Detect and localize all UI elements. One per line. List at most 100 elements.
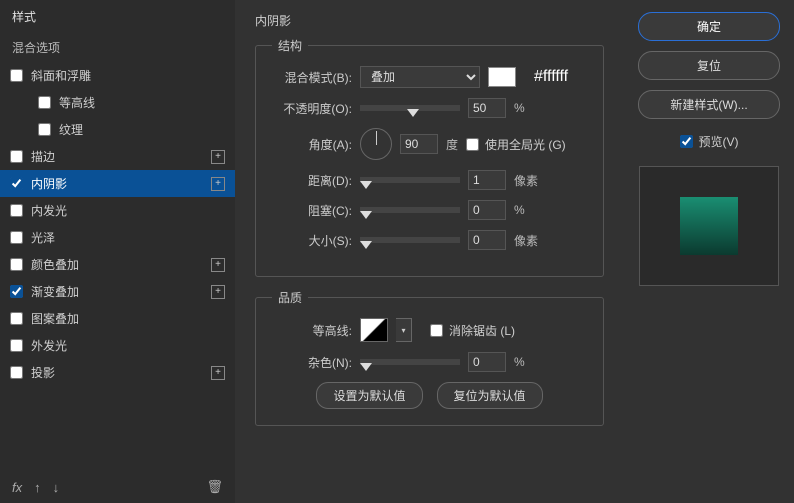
reset-default-button[interactable]: 复位为默认值 bbox=[437, 382, 543, 409]
style-checkbox[interactable] bbox=[10, 258, 23, 271]
distance-input[interactable] bbox=[468, 170, 506, 190]
quality-group: 品质 等高线: ▾ 消除锯齿 (L) 杂色(N): % 设置为默认值 复位为默认… bbox=[255, 289, 604, 426]
contour-label: 等高线: bbox=[272, 322, 352, 339]
angle-dial[interactable] bbox=[360, 128, 392, 160]
style-item-label: 渐变叠加 bbox=[31, 283, 211, 300]
plus-icon[interactable]: + bbox=[211, 258, 225, 272]
angle-input[interactable] bbox=[400, 134, 438, 154]
antialias-input[interactable] bbox=[430, 324, 443, 337]
opacity-slider[interactable] bbox=[360, 105, 460, 111]
antialias-label: 消除锯齿 (L) bbox=[449, 322, 515, 339]
style-item-label: 内阴影 bbox=[31, 175, 211, 192]
style-item-7[interactable]: 颜色叠加+ bbox=[0, 251, 235, 278]
plus-icon[interactable]: + bbox=[211, 366, 225, 380]
contour-dropdown-icon[interactable]: ▾ bbox=[396, 318, 412, 342]
quality-legend: 品质 bbox=[272, 289, 308, 306]
sidebar-title: 样式 bbox=[0, 0, 235, 33]
preview-input[interactable] bbox=[680, 135, 693, 148]
style-item-label: 图案叠加 bbox=[31, 310, 225, 327]
angle-unit: 度 bbox=[446, 136, 458, 153]
style-item-label: 斜面和浮雕 bbox=[31, 67, 225, 84]
preview-swatch bbox=[680, 197, 738, 255]
style-checkbox[interactable] bbox=[38, 123, 51, 136]
structure-group: 结构 混合模式(B): 叠加 #ffffff 不透明度(O): % 角度(A):… bbox=[255, 37, 604, 277]
style-item-label: 投影 bbox=[31, 364, 211, 381]
color-hex-label: #ffffff bbox=[534, 68, 568, 86]
style-item-label: 颜色叠加 bbox=[31, 256, 211, 273]
panel-title: 内阴影 bbox=[255, 12, 604, 29]
preview-box bbox=[639, 166, 779, 286]
noise-label: 杂色(N): bbox=[272, 354, 352, 371]
style-item-label: 描边 bbox=[31, 148, 211, 165]
style-checkbox[interactable] bbox=[10, 231, 23, 244]
styles-sidebar: 样式 混合选项 斜面和浮雕等高线纹理描边+内阴影+内发光光泽颜色叠加+渐变叠加+… bbox=[0, 0, 235, 503]
choke-input[interactable] bbox=[468, 200, 506, 220]
noise-slider[interactable] bbox=[360, 359, 460, 365]
style-item-8[interactable]: 渐变叠加+ bbox=[0, 278, 235, 305]
structure-legend: 结构 bbox=[272, 37, 308, 54]
arrow-up-icon[interactable]: ↑ bbox=[34, 480, 41, 495]
make-default-button[interactable]: 设置为默认值 bbox=[316, 382, 422, 409]
sidebar-footer: fx ↑ ↓ 🗑 bbox=[0, 471, 235, 503]
style-checkbox[interactable] bbox=[10, 150, 23, 163]
global-light-input[interactable] bbox=[466, 138, 479, 151]
trash-icon[interactable]: 🗑 bbox=[206, 479, 223, 495]
distance-unit: 像素 bbox=[514, 172, 538, 189]
style-item-0[interactable]: 斜面和浮雕 bbox=[0, 62, 235, 89]
choke-slider[interactable] bbox=[360, 207, 460, 213]
style-checkbox[interactable] bbox=[10, 69, 23, 82]
opacity-label: 不透明度(O): bbox=[272, 100, 352, 117]
contour-swatch[interactable] bbox=[360, 318, 388, 342]
content-panel: 内阴影 结构 混合模式(B): 叠加 #ffffff 不透明度(O): % 角度… bbox=[235, 0, 624, 503]
cancel-button[interactable]: 复位 bbox=[638, 51, 780, 80]
style-item-5[interactable]: 内发光 bbox=[0, 197, 235, 224]
style-item-label: 等高线 bbox=[59, 94, 225, 111]
style-item-label: 纹理 bbox=[59, 121, 225, 138]
sidebar-subtitle[interactable]: 混合选项 bbox=[0, 33, 235, 62]
antialias-checkbox[interactable]: 消除锯齿 (L) bbox=[430, 322, 515, 339]
style-item-2[interactable]: 纹理 bbox=[0, 116, 235, 143]
global-light-label: 使用全局光 (G) bbox=[485, 136, 566, 153]
blend-mode-select[interactable]: 叠加 bbox=[360, 66, 480, 88]
size-label: 大小(S): bbox=[272, 232, 352, 249]
style-item-3[interactable]: 描边+ bbox=[0, 143, 235, 170]
style-item-label: 内发光 bbox=[31, 202, 225, 219]
preview-checkbox[interactable]: 预览(V) bbox=[638, 133, 780, 150]
plus-icon[interactable]: + bbox=[211, 285, 225, 299]
preview-label: 预览(V) bbox=[699, 133, 739, 150]
style-item-4[interactable]: 内阴影+ bbox=[0, 170, 235, 197]
right-panel: 确定 复位 新建样式(W)... 预览(V) bbox=[624, 0, 794, 503]
choke-unit: % bbox=[514, 203, 525, 217]
plus-icon[interactable]: + bbox=[211, 150, 225, 164]
style-item-1[interactable]: 等高线 bbox=[0, 89, 235, 116]
style-checkbox[interactable] bbox=[10, 366, 23, 379]
new-style-button[interactable]: 新建样式(W)... bbox=[638, 90, 780, 119]
style-checkbox[interactable] bbox=[10, 339, 23, 352]
style-item-label: 外发光 bbox=[31, 337, 225, 354]
style-item-label: 光泽 bbox=[31, 229, 225, 246]
fx-icon[interactable]: fx bbox=[12, 480, 22, 495]
blend-mode-label: 混合模式(B): bbox=[272, 69, 352, 86]
plus-icon[interactable]: + bbox=[211, 177, 225, 191]
distance-slider[interactable] bbox=[360, 177, 460, 183]
style-item-11[interactable]: 投影+ bbox=[0, 359, 235, 386]
style-checkbox[interactable] bbox=[10, 312, 23, 325]
global-light-checkbox[interactable]: 使用全局光 (G) bbox=[466, 136, 566, 153]
size-slider[interactable] bbox=[360, 237, 460, 243]
distance-label: 距离(D): bbox=[272, 172, 352, 189]
style-item-10[interactable]: 外发光 bbox=[0, 332, 235, 359]
style-checkbox[interactable] bbox=[38, 96, 51, 109]
style-item-6[interactable]: 光泽 bbox=[0, 224, 235, 251]
opacity-input[interactable] bbox=[468, 98, 506, 118]
noise-input[interactable] bbox=[468, 352, 506, 372]
size-input[interactable] bbox=[468, 230, 506, 250]
ok-button[interactable]: 确定 bbox=[638, 12, 780, 41]
style-list: 斜面和浮雕等高线纹理描边+内阴影+内发光光泽颜色叠加+渐变叠加+图案叠加外发光投… bbox=[0, 62, 235, 471]
style-checkbox[interactable] bbox=[10, 177, 23, 190]
arrow-down-icon[interactable]: ↓ bbox=[53, 480, 60, 495]
choke-label: 阻塞(C): bbox=[272, 202, 352, 219]
style-item-9[interactable]: 图案叠加 bbox=[0, 305, 235, 332]
style-checkbox[interactable] bbox=[10, 204, 23, 217]
color-swatch[interactable] bbox=[488, 67, 516, 87]
style-checkbox[interactable] bbox=[10, 285, 23, 298]
